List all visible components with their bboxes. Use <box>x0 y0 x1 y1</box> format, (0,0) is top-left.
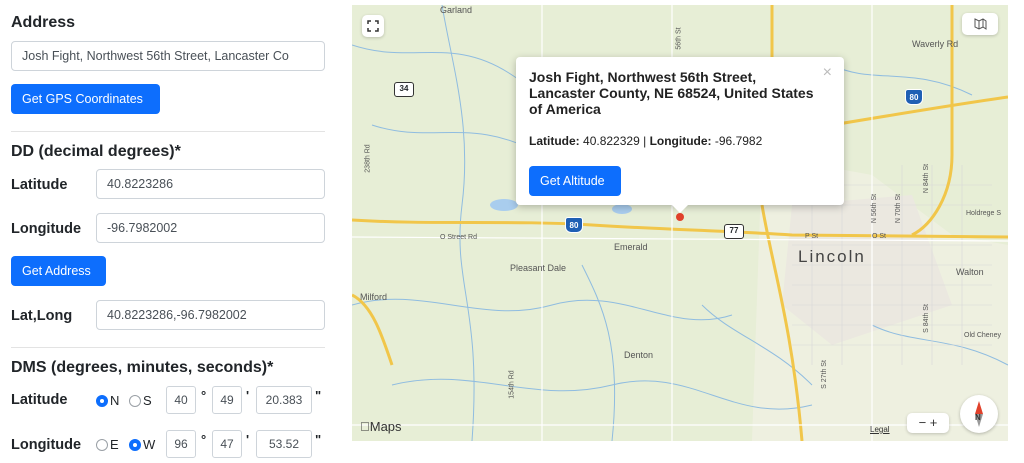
lon-minutes-input[interactable]: 47 <box>212 430 242 458</box>
dd-heading: DD (decimal degrees)* <box>11 143 181 160</box>
map-label-old-cheney: Old Cheney <box>964 332 1001 339</box>
divider <box>11 131 325 132</box>
compass[interactable]: N <box>960 395 998 433</box>
fullscreen-button[interactable] <box>362 15 384 37</box>
lat-seconds-input[interactable]: 20.383 <box>256 386 312 414</box>
dd-latitude-label: Latitude <box>11 177 68 193</box>
highway-77-shield: 77 <box>724 224 744 239</box>
apple-maps-logo: Maps <box>360 419 402 434</box>
dms-latitude-label: Latitude <box>11 392 68 408</box>
popup-longitude-value: -96.7982 <box>714 134 763 148</box>
map-label-238th-rd: 238th Rd <box>364 144 372 173</box>
compass-n-label: N <box>975 413 981 422</box>
interstate-80-shield: 80 <box>565 217 583 233</box>
west-radio-label: W <box>143 437 156 452</box>
apple-maps-text: Maps <box>360 419 402 434</box>
expand-icon <box>367 20 379 32</box>
map-label-o-street: O Street Rd <box>440 234 477 241</box>
lat-minutes-input[interactable]: 49 <box>212 386 242 414</box>
dd-longitude-label: Longitude <box>11 221 82 237</box>
lon-degrees-input[interactable]: 96 <box>166 430 196 458</box>
map-type-button[interactable] <box>962 13 998 35</box>
degree-symbol: ° <box>201 388 207 403</box>
map-label-denton: Denton <box>624 350 654 360</box>
map-label-walton: Walton <box>956 267 984 277</box>
latlong-label: Lat,Long <box>11 308 73 324</box>
map-label-o-st: O St <box>872 233 887 240</box>
map-label-154th-rd: 154th Rd <box>508 370 516 399</box>
highway-34-shield: 34 <box>394 82 414 97</box>
west-radio[interactable] <box>129 439 141 451</box>
get-altitude-button[interactable]: Get Altitude <box>529 166 621 196</box>
map-label-waverly: Waverly Rd <box>912 39 959 49</box>
map-label-n-56th-st: N 56th St <box>871 193 879 224</box>
interstate-80-shield: 80 <box>905 89 923 105</box>
popup-title: Josh Fight, Northwest 56th Street, Lanca… <box>529 69 814 117</box>
north-radio[interactable] <box>96 395 108 407</box>
second-symbol: " <box>315 432 322 447</box>
popup-longitude-label: Longitude: <box>649 134 712 148</box>
map-label-lincoln: Lincoln <box>798 247 866 266</box>
east-radio[interactable] <box>96 439 108 451</box>
map-label-emerald: Emerald <box>614 242 648 252</box>
south-radio[interactable] <box>129 395 141 407</box>
map-label-n-84th-st: N 84th St <box>923 163 931 194</box>
minute-symbol: ' <box>246 432 250 447</box>
dms-longitude-label: Longitude <box>11 437 82 453</box>
popup-latitude-value: 40.822329 <box>583 134 640 148</box>
map-icon <box>974 18 987 30</box>
lon-seconds-input[interactable]: 53.52 <box>256 430 312 458</box>
north-radio-label: N <box>110 393 120 408</box>
map-label-s-27th-st: S 27th St <box>820 360 828 389</box>
map-label-56th-st: 56th St <box>675 27 683 50</box>
map-label-pleasant-dale: Pleasant Dale <box>510 263 567 273</box>
east-radio-label: E <box>110 437 119 452</box>
map-label-s-84th-st: S 84th St <box>922 304 930 333</box>
minute-symbol: ' <box>246 388 250 403</box>
popup-latitude-label: Latitude: <box>529 134 580 148</box>
address-heading: Address <box>11 14 76 31</box>
dd-longitude-input[interactable]: -96.7982002 <box>96 213 325 243</box>
map-label-n-70th-st: N 70th St <box>895 193 903 224</box>
popup-separator: | <box>643 134 647 148</box>
dd-latitude-input[interactable]: 40.8223286 <box>96 169 325 199</box>
close-icon[interactable]: × <box>823 64 832 82</box>
zoom-controls[interactable]: − + <box>907 413 949 433</box>
map-label-garland: Garland <box>440 5 473 15</box>
dms-heading: DMS (degrees, minutes, seconds)* <box>11 359 274 376</box>
get-gps-coordinates-button[interactable]: Get GPS Coordinates <box>11 84 160 114</box>
coordinates-form: Address Josh Fight, Northwest 56th Stree… <box>0 0 340 463</box>
get-address-button[interactable]: Get Address <box>11 256 106 286</box>
map-label-p-st: P St <box>805 233 819 240</box>
legal-link[interactable]: Legal <box>870 425 890 434</box>
lat-degrees-input[interactable]: 40 <box>166 386 196 414</box>
degree-symbol: ° <box>201 432 207 447</box>
location-popup: Josh Fight, Northwest 56th Street, Lanca… <box>516 57 844 213</box>
map-label-holdrege: Holdrege S <box>966 210 1002 217</box>
second-symbol: " <box>315 388 322 403</box>
address-input[interactable]: Josh Fight, Northwest 56th Street, Lanca… <box>11 41 325 71</box>
map-label-milford: Milford <box>360 292 388 302</box>
divider <box>11 347 325 348</box>
latlong-input[interactable]: 40.8223286,-96.7982002 <box>96 300 325 330</box>
popup-coordinates: Latitude: 40.822329 | Longitude: -96.798… <box>529 134 762 148</box>
south-radio-label: S <box>143 393 152 408</box>
